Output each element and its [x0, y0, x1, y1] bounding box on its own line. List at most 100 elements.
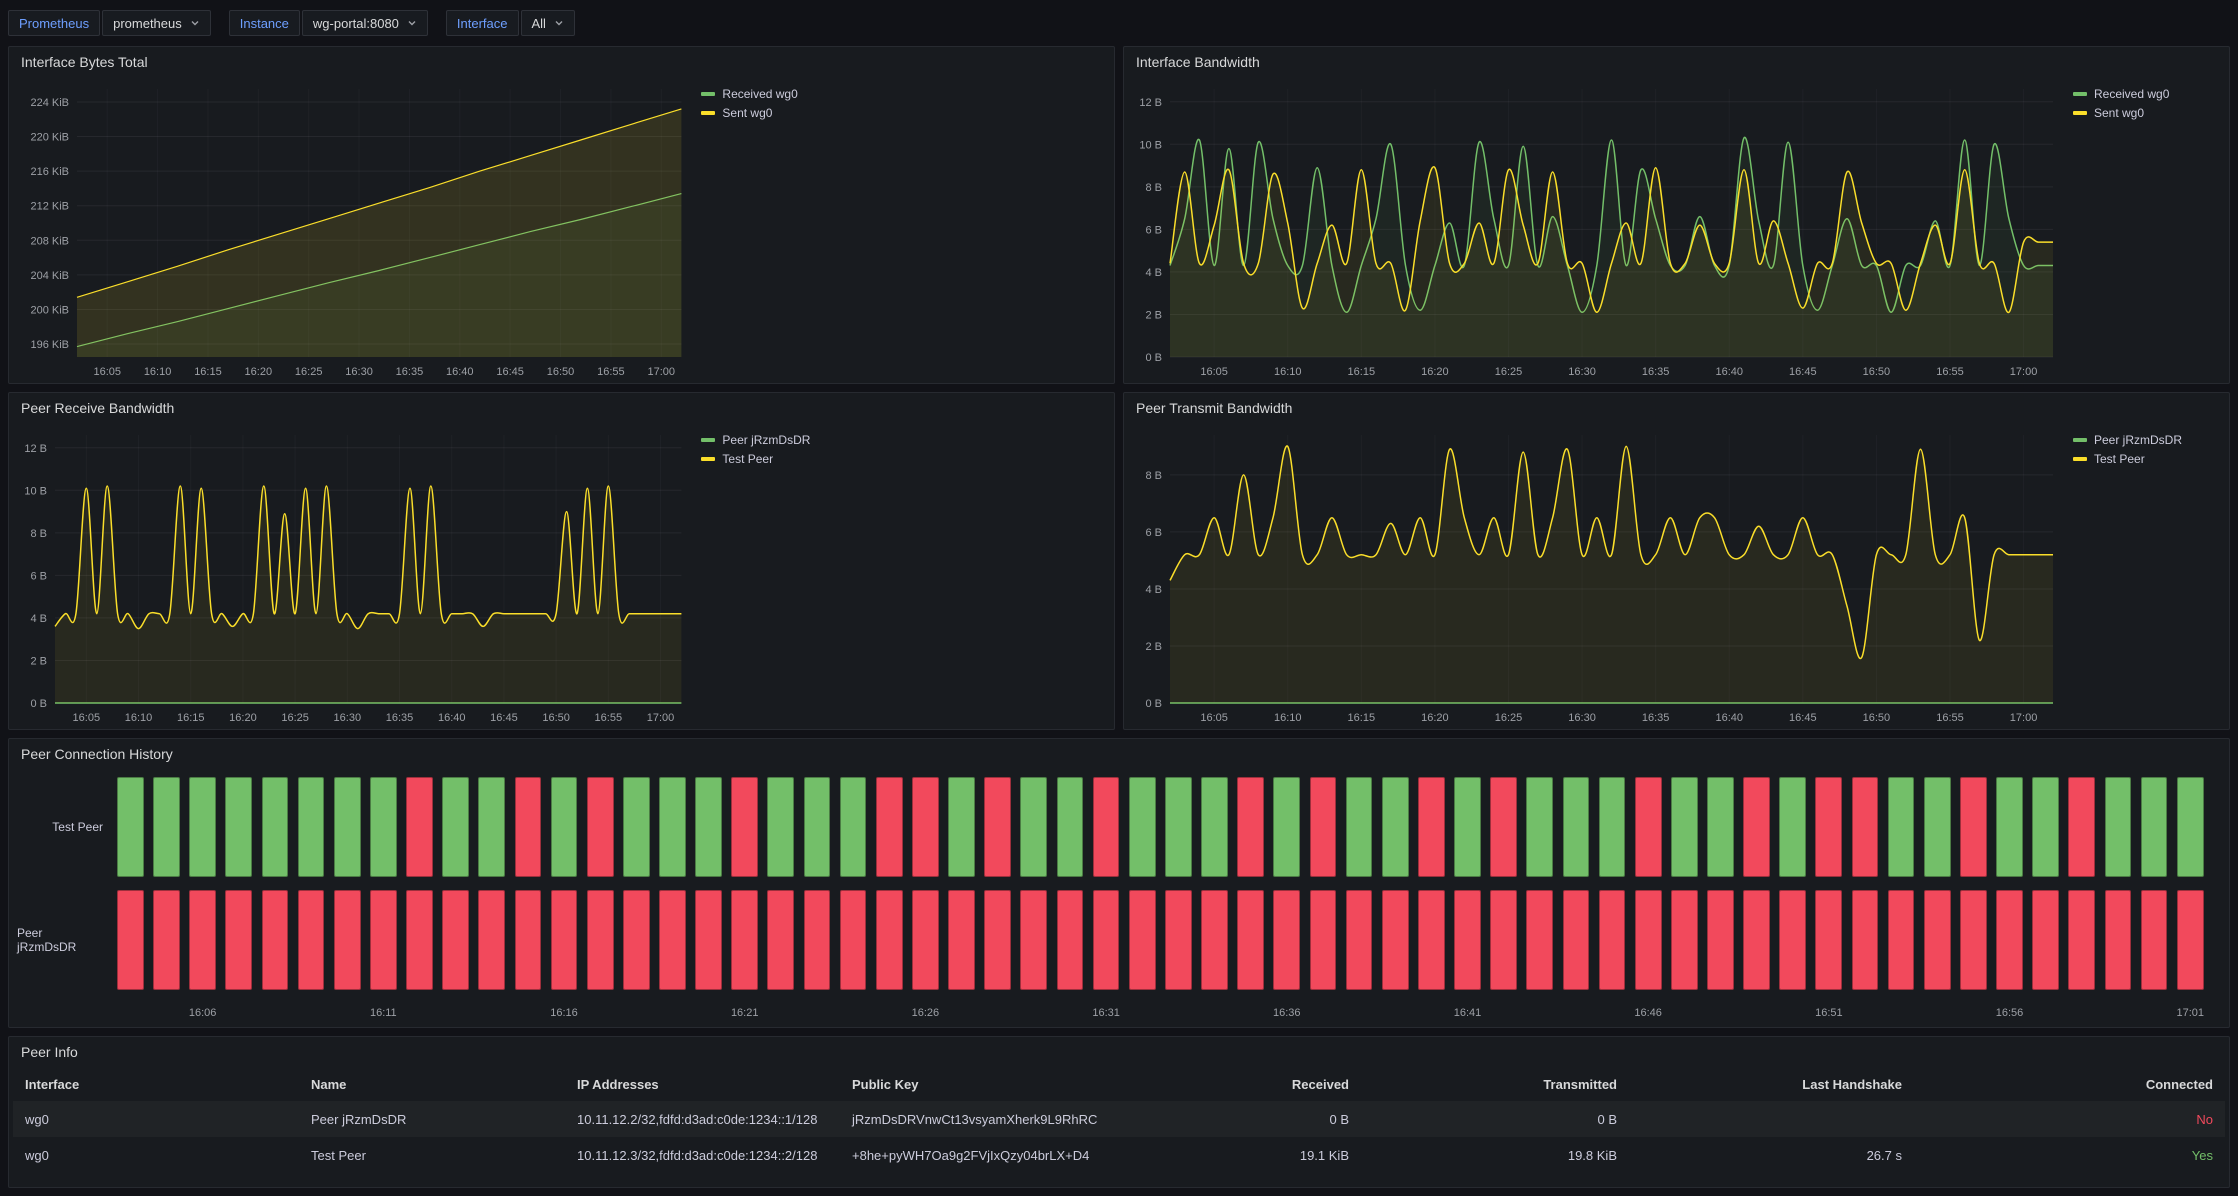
status-bar-disconnected[interactable]: [1852, 890, 1879, 990]
status-bar-disconnected[interactable]: [587, 890, 614, 990]
status-bar-disconnected[interactable]: [1093, 777, 1120, 877]
status-bar-connected[interactable]: [551, 777, 578, 877]
status-bar-disconnected[interactable]: [334, 890, 361, 990]
status-bar-connected[interactable]: [298, 777, 325, 877]
status-bar-connected[interactable]: [225, 777, 252, 877]
status-bar-disconnected[interactable]: [1454, 890, 1481, 990]
status-bar-connected[interactable]: [695, 777, 722, 877]
status-bar-disconnected[interactable]: [1888, 890, 1915, 990]
status-bar-disconnected[interactable]: [804, 890, 831, 990]
status-bar-connected[interactable]: [2177, 777, 2204, 877]
status-bar-disconnected[interactable]: [912, 777, 939, 877]
status-bar-connected[interactable]: [189, 777, 216, 877]
status-bar-disconnected[interactable]: [478, 890, 505, 990]
status-bar-connected[interactable]: [1563, 777, 1590, 877]
status-bar-connected[interactable]: [334, 777, 361, 877]
status-bar-disconnected[interactable]: [1563, 890, 1590, 990]
status-bar-disconnected[interactable]: [1020, 890, 1047, 990]
status-bar-disconnected[interactable]: [1635, 777, 1662, 877]
status-bar-disconnected[interactable]: [1635, 890, 1662, 990]
status-bar-disconnected[interactable]: [1201, 890, 1228, 990]
status-bar-disconnected[interactable]: [1815, 777, 1842, 877]
status-bar-disconnected[interactable]: [1852, 777, 1879, 877]
panel-title[interactable]: Peer Receive Bandwidth: [9, 393, 1114, 423]
col-header-ip-addresses[interactable]: IP Addresses: [565, 1067, 840, 1101]
status-bar-connected[interactable]: [117, 777, 144, 877]
status-bar-disconnected[interactable]: [1382, 890, 1409, 990]
variable-value-prometheus[interactable]: prometheus: [102, 10, 211, 36]
status-bar-disconnected[interactable]: [659, 890, 686, 990]
status-bar-disconnected[interactable]: [551, 890, 578, 990]
status-bar-connected[interactable]: [1201, 777, 1228, 877]
status-bar-disconnected[interactable]: [1310, 890, 1337, 990]
status-bar-disconnected[interactable]: [515, 890, 542, 990]
status-bar-disconnected[interactable]: [1273, 890, 1300, 990]
variable-value-instance[interactable]: wg-portal:8080: [302, 10, 428, 36]
col-header-connected[interactable]: Connected: [1914, 1067, 2225, 1101]
status-bar-connected[interactable]: [153, 777, 180, 877]
status-bar-disconnected[interactable]: [1924, 890, 1951, 990]
status-bar-disconnected[interactable]: [1671, 890, 1698, 990]
panel-title[interactable]: Interface Bytes Total: [9, 47, 1114, 77]
status-bar-disconnected[interactable]: [840, 890, 867, 990]
interface-bytes-total-chart[interactable]: 196 KiB200 KiB204 KiB208 KiB212 KiB216 K…: [15, 79, 691, 381]
status-bar-disconnected[interactable]: [876, 890, 903, 990]
status-bar-connected[interactable]: [1779, 777, 1806, 877]
status-bar-disconnected[interactable]: [189, 890, 216, 990]
status-bar-disconnected[interactable]: [1960, 777, 1987, 877]
status-bar-disconnected[interactable]: [1707, 890, 1734, 990]
peer-receive-bandwidth-chart[interactable]: 0 B2 B4 B6 B8 B10 B12 B16:0516:1016:1516…: [15, 425, 691, 727]
status-bar-disconnected[interactable]: [442, 890, 469, 990]
status-bar-disconnected[interactable]: [984, 890, 1011, 990]
status-bar-connected[interactable]: [2105, 777, 2132, 877]
peer-transmit-bandwidth-chart[interactable]: 0 B2 B4 B6 B8 B16:0516:1016:1516:2016:25…: [1130, 425, 2063, 727]
status-bar-disconnected[interactable]: [262, 890, 289, 990]
status-bar-connected[interactable]: [1996, 777, 2023, 877]
status-bar-connected[interactable]: [370, 777, 397, 877]
status-bar-connected[interactable]: [1526, 777, 1553, 877]
panel-title[interactable]: Interface Bandwidth: [1124, 47, 2229, 77]
status-bar-connected[interactable]: [1924, 777, 1951, 877]
status-bar-connected[interactable]: [767, 777, 794, 877]
status-bar-connected[interactable]: [948, 777, 975, 877]
status-bar-disconnected[interactable]: [1418, 777, 1445, 877]
legend-item-received-wg0[interactable]: Received wg0: [701, 87, 1106, 101]
status-bar-disconnected[interactable]: [1996, 890, 2023, 990]
status-bar-disconnected[interactable]: [2068, 777, 2095, 877]
status-bar-disconnected[interactable]: [731, 890, 758, 990]
status-bar-disconnected[interactable]: [1743, 777, 1770, 877]
col-header-name[interactable]: Name: [299, 1067, 565, 1101]
status-bar-disconnected[interactable]: [298, 890, 325, 990]
status-bar-disconnected[interactable]: [912, 890, 939, 990]
status-bar-connected[interactable]: [442, 777, 469, 877]
status-bar-connected[interactable]: [1599, 777, 1626, 877]
status-bar-disconnected[interactable]: [1599, 890, 1626, 990]
status-bar-disconnected[interactable]: [1057, 890, 1084, 990]
panel-title[interactable]: Peer Info: [9, 1037, 2229, 1067]
status-bar-disconnected[interactable]: [117, 890, 144, 990]
status-bar-disconnected[interactable]: [2105, 890, 2132, 990]
status-bar-connected[interactable]: [840, 777, 867, 877]
legend-item-received-wg0[interactable]: Received wg0: [2073, 87, 2221, 101]
status-bar-connected[interactable]: [1454, 777, 1481, 877]
status-bar-disconnected[interactable]: [1743, 890, 1770, 990]
status-bar-connected[interactable]: [1346, 777, 1373, 877]
status-bar-connected[interactable]: [1382, 777, 1409, 877]
col-header-received[interactable]: Received: [1130, 1067, 1361, 1101]
status-bar-connected[interactable]: [1020, 777, 1047, 877]
panel-title[interactable]: Peer Transmit Bandwidth: [1124, 393, 2229, 423]
status-bar-disconnected[interactable]: [1779, 890, 1806, 990]
status-bar-disconnected[interactable]: [1526, 890, 1553, 990]
interface-bandwidth-chart[interactable]: 0 B2 B4 B6 B8 B10 B12 B16:0516:1016:1516…: [1130, 79, 2063, 381]
legend-item-sent-wg0[interactable]: Sent wg0: [701, 106, 1106, 120]
col-header-transmitted[interactable]: Transmitted: [1361, 1067, 1629, 1101]
status-bar-disconnected[interactable]: [153, 890, 180, 990]
status-bar-disconnected[interactable]: [225, 890, 252, 990]
status-bar-disconnected[interactable]: [406, 777, 433, 877]
status-bar-connected[interactable]: [2032, 777, 2059, 877]
legend-item-test-peer[interactable]: Test Peer: [701, 452, 1106, 466]
status-bar-connected[interactable]: [478, 777, 505, 877]
variable-value-interface[interactable]: All: [521, 10, 575, 36]
status-bar-disconnected[interactable]: [1165, 890, 1192, 990]
status-bar-disconnected[interactable]: [767, 890, 794, 990]
